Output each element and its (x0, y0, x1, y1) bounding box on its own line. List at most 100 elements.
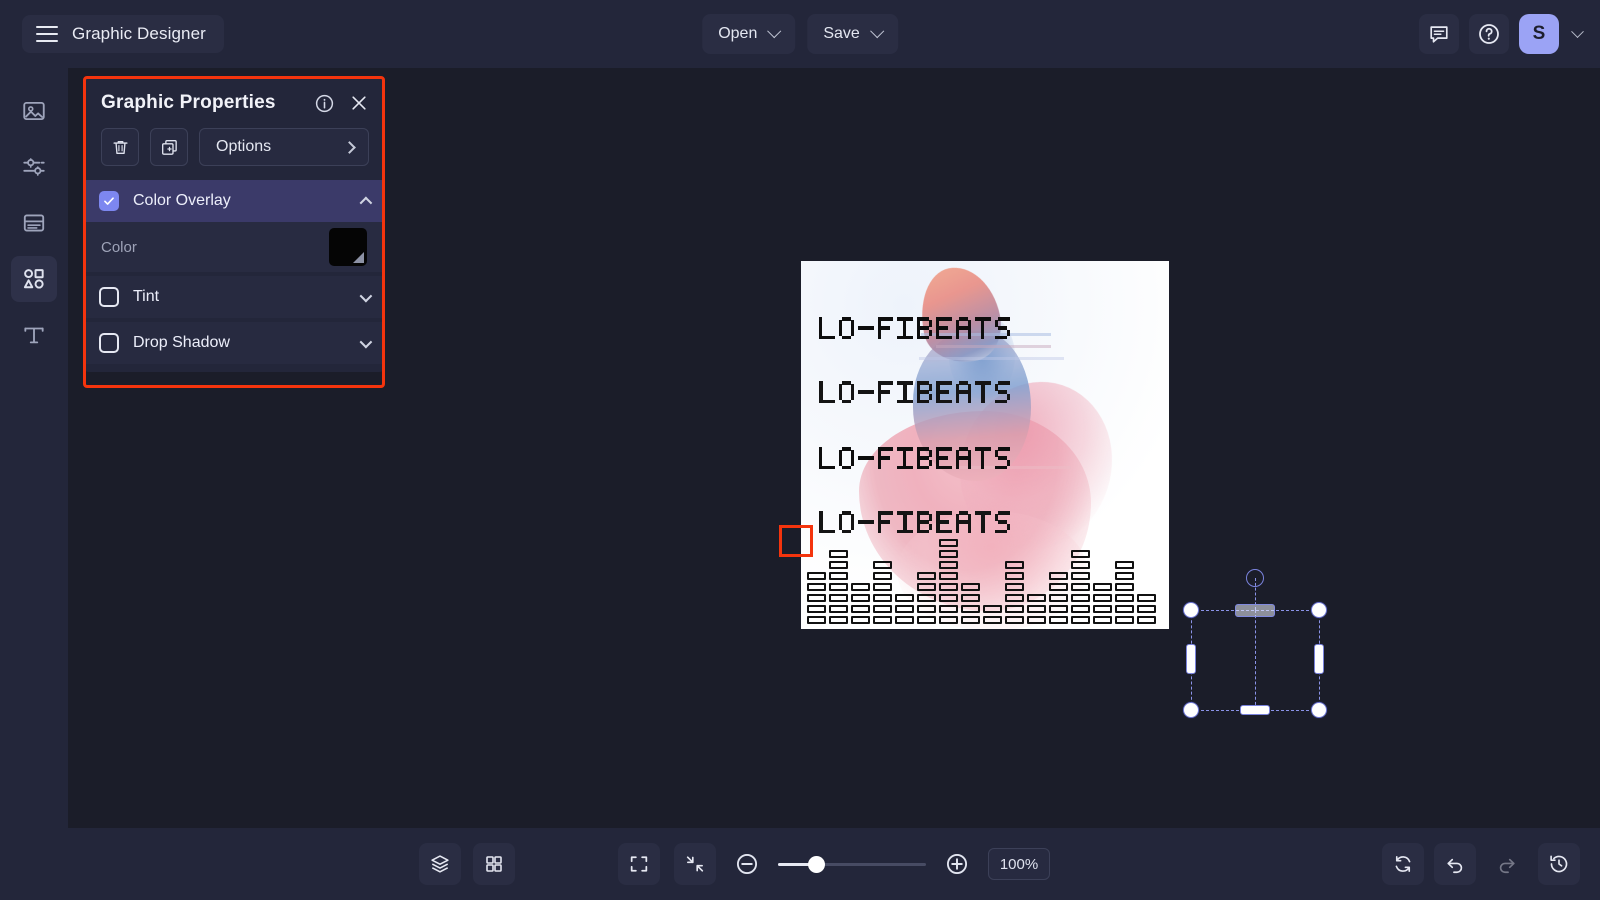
equalizer-segment (851, 616, 870, 624)
grid-icon (486, 856, 502, 872)
equalizer-segment (1093, 605, 1112, 613)
equalizer-segment (829, 550, 848, 558)
equalizer-segment (851, 594, 870, 602)
history-clock-icon (1550, 855, 1568, 873)
selection-edge-left (1191, 610, 1192, 710)
duplicate-button[interactable] (150, 128, 188, 166)
artwork-glyph (897, 381, 913, 404)
artwork-glyph (955, 381, 972, 404)
help-button[interactable] (1469, 14, 1509, 54)
sidebar-item-adjustments[interactable] (11, 144, 57, 190)
selection-top-plate[interactable] (1235, 604, 1275, 617)
sidebar-item-layout[interactable] (11, 200, 57, 246)
handle-bottom-right[interactable] (1311, 702, 1327, 718)
shapes-icon (23, 269, 44, 289)
collapse-arrows-icon (686, 856, 704, 872)
hamburger-icon[interactable] (36, 26, 58, 42)
handle-bottom-center[interactable] (1240, 705, 1270, 715)
options-button[interactable]: Options (199, 128, 369, 166)
equalizer-segment (1137, 616, 1156, 624)
equalizer-segment (1049, 594, 1068, 602)
checkbox-drop-shadow[interactable] (99, 333, 119, 353)
grid-view-button[interactable] (473, 843, 515, 885)
reset-rotate-icon (1395, 856, 1411, 872)
redo-icon (1499, 858, 1515, 874)
equalizer-segment (1049, 572, 1068, 580)
sliders-icon (23, 158, 45, 176)
checkbox-color-overlay[interactable] (99, 191, 119, 211)
zoom-value-field[interactable]: 100% (988, 848, 1050, 880)
equalizer-segment (807, 616, 826, 624)
text-type-icon (24, 327, 44, 344)
save-menu-button[interactable]: Save (807, 14, 898, 54)
selection-edge-top (1191, 610, 1319, 611)
layers-icon (431, 855, 449, 873)
shrink-view-button[interactable] (674, 843, 716, 885)
handle-middle-left[interactable] (1186, 644, 1196, 674)
equalizer-segment (1071, 605, 1090, 613)
account-chevron-down-icon[interactable] (1571, 24, 1584, 38)
fit-screen-icon (630, 856, 648, 872)
sidebar-item-shapes[interactable] (11, 256, 57, 302)
delete-button[interactable] (101, 128, 139, 166)
zoom-in-button[interactable] (940, 847, 974, 881)
history-button[interactable] (1538, 843, 1580, 885)
comment-button[interactable] (1419, 14, 1459, 54)
chevron-down-icon[interactable] (359, 335, 373, 348)
color-swatch[interactable] (329, 228, 367, 266)
close-button[interactable] (349, 93, 369, 113)
redo-button[interactable] (1486, 843, 1528, 885)
zoom-slider-knob[interactable] (808, 856, 825, 873)
layers-button[interactable] (419, 843, 461, 885)
selection-box (1183, 569, 1327, 718)
artwork-glyph (877, 381, 894, 404)
handle-bottom-left[interactable] (1183, 702, 1199, 718)
equalizer-segment (939, 583, 958, 591)
topbar-right: S (1419, 0, 1584, 68)
undo-button[interactable] (1434, 843, 1476, 885)
equalizer-segment (939, 550, 958, 558)
chevron-down-icon (767, 24, 782, 39)
info-button[interactable] (314, 93, 335, 114)
sidebar-item-text[interactable] (11, 312, 57, 358)
chevron-up-icon[interactable] (359, 196, 373, 209)
artwork-line (819, 443, 1153, 473)
sidebar-item-image[interactable] (11, 88, 57, 134)
section-tint[interactable]: Tint (83, 276, 385, 318)
section-color-overlay[interactable]: Color Overlay (83, 180, 385, 222)
chevron-down-icon[interactable] (359, 289, 373, 302)
rotation-handle[interactable] (1246, 569, 1264, 587)
swatch-alpha-corner (353, 252, 364, 263)
equalizer-segment (829, 616, 848, 624)
selection-edge-right (1319, 610, 1320, 710)
equalizer-column (873, 561, 892, 627)
handle-middle-right[interactable] (1314, 644, 1324, 674)
canvas-stage[interactable] (400, 68, 1600, 828)
equalizer-segment (1115, 583, 1134, 591)
fit-screen-button[interactable] (618, 843, 660, 885)
app-menu-button[interactable]: Graphic Designer (22, 15, 224, 53)
equalizer-segment (1005, 561, 1024, 569)
section-drop-shadow[interactable]: Drop Shadow (83, 322, 385, 364)
handle-top-right[interactable] (1311, 602, 1327, 618)
checkbox-tint[interactable] (99, 287, 119, 307)
equalizer-segment (1115, 572, 1134, 580)
equalizer-segment (1071, 550, 1090, 558)
equalizer-segment (961, 594, 980, 602)
image-icon (23, 101, 45, 121)
equalizer-segment (829, 583, 848, 591)
zoom-out-button[interactable] (730, 847, 764, 881)
equalizer-segment (917, 583, 936, 591)
open-menu-button[interactable]: Open (702, 14, 796, 54)
avatar[interactable]: S (1519, 14, 1559, 54)
equalizer-segment (939, 616, 958, 624)
bottombar-left (419, 843, 515, 885)
handle-top-left[interactable] (1183, 602, 1199, 618)
equalizer-column (1027, 594, 1046, 627)
artboard[interactable] (801, 261, 1169, 629)
zoom-slider[interactable] (778, 853, 926, 875)
equalizer-segment (917, 594, 936, 602)
reset-button[interactable] (1382, 843, 1424, 885)
equalizer-segment (917, 616, 936, 624)
equalizer-segment (917, 605, 936, 613)
